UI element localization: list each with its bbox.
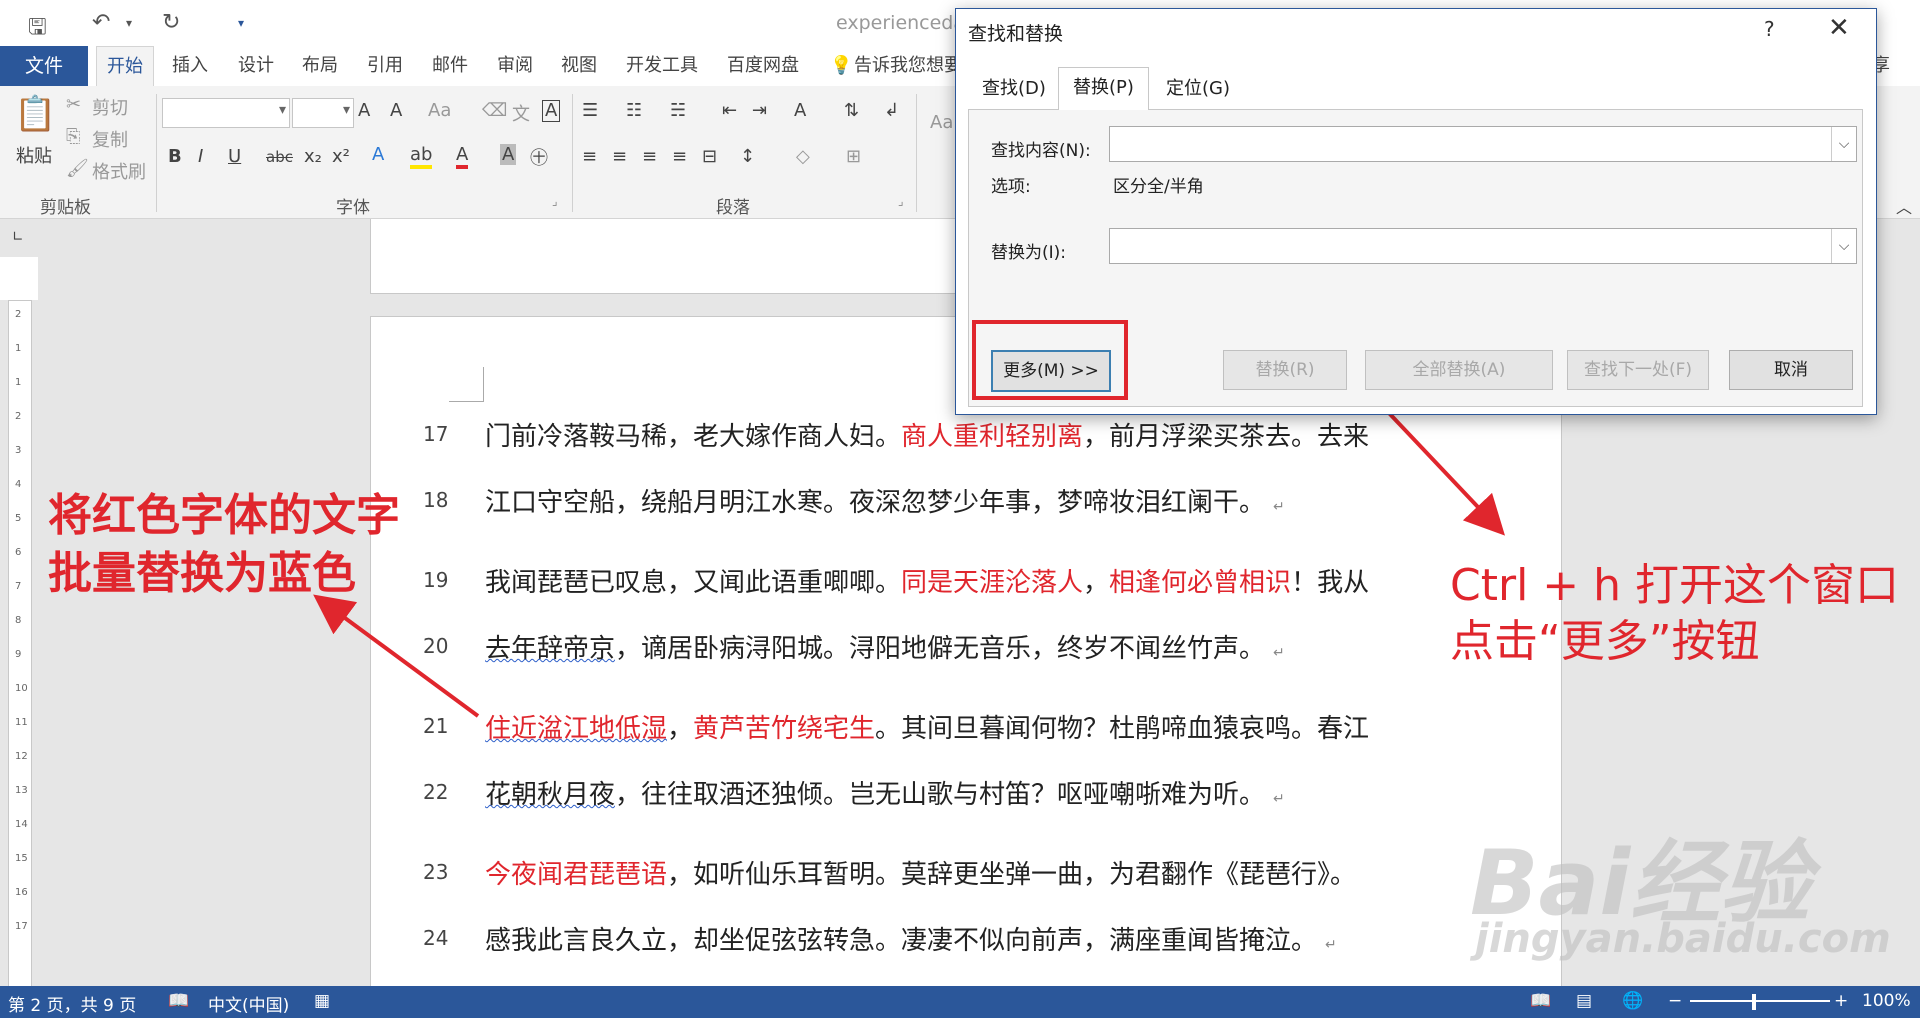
find-label: 查找内容(N): <box>991 141 1091 161</box>
web-layout-icon[interactable]: 🌐 <box>1622 991 1643 1011</box>
replace-button[interactable]: 替换(R) <box>1223 350 1347 390</box>
read-mode-icon[interactable]: 📖 <box>1530 991 1551 1011</box>
cancel-button[interactable]: 取消 <box>1729 350 1853 390</box>
zoom-slider-thumb[interactable] <box>1752 994 1756 1010</box>
watermark-url: jingyan.baidu.com <box>1475 916 1891 962</box>
help-button[interactable]: ? <box>1764 17 1775 41</box>
options-value: 区分全/半角 <box>1113 177 1204 197</box>
more-button-highlight-box <box>972 320 1128 400</box>
replace-input[interactable]: ⌵ <box>1109 228 1857 264</box>
options-label: 选项: <box>991 177 1031 197</box>
tab-replace[interactable]: 替换(P) <box>1058 67 1149 110</box>
zoom-in-icon[interactable]: + <box>1834 991 1848 1011</box>
replace-all-button[interactable]: 全部替换(A) <box>1365 350 1553 390</box>
replace-label: 替换为(I): <box>991 243 1067 263</box>
language[interactable]: 中文(中国) <box>208 991 289 1016</box>
arrow-right <box>1386 410 1505 536</box>
dialog-title: 查找和替换 <box>968 23 1064 45</box>
arrow-left <box>313 594 480 718</box>
zoom-level[interactable]: 100% <box>1862 991 1911 1011</box>
proofing-icon[interactable]: 📖 <box>168 991 189 1011</box>
zoom-out-icon[interactable]: − <box>1668 991 1682 1011</box>
close-icon[interactable]: ✕ <box>1828 13 1850 43</box>
tab-find[interactable]: 查找(D) <box>968 69 1060 109</box>
tab-goto[interactable]: 定位(G) <box>1152 69 1244 109</box>
zoom-slider[interactable] <box>1690 1000 1830 1002</box>
print-layout-icon[interactable]: ▤ <box>1576 991 1592 1011</box>
find-dropdown-icon[interactable]: ⌵ <box>1831 127 1856 161</box>
macro-record-icon[interactable]: ▦ <box>314 991 330 1011</box>
status-bar: 第 2 页，共 9 页 📖 中文(中国) ▦ 📖 ▤ 🌐 − + 100% <box>0 986 1920 1018</box>
page-count[interactable]: 第 2 页，共 9 页 <box>8 991 136 1016</box>
find-input[interactable]: ⌵ <box>1109 126 1857 162</box>
find-next-button[interactable]: 查找下一处(F) <box>1567 350 1709 390</box>
replace-dropdown-icon[interactable]: ⌵ <box>1831 229 1856 263</box>
